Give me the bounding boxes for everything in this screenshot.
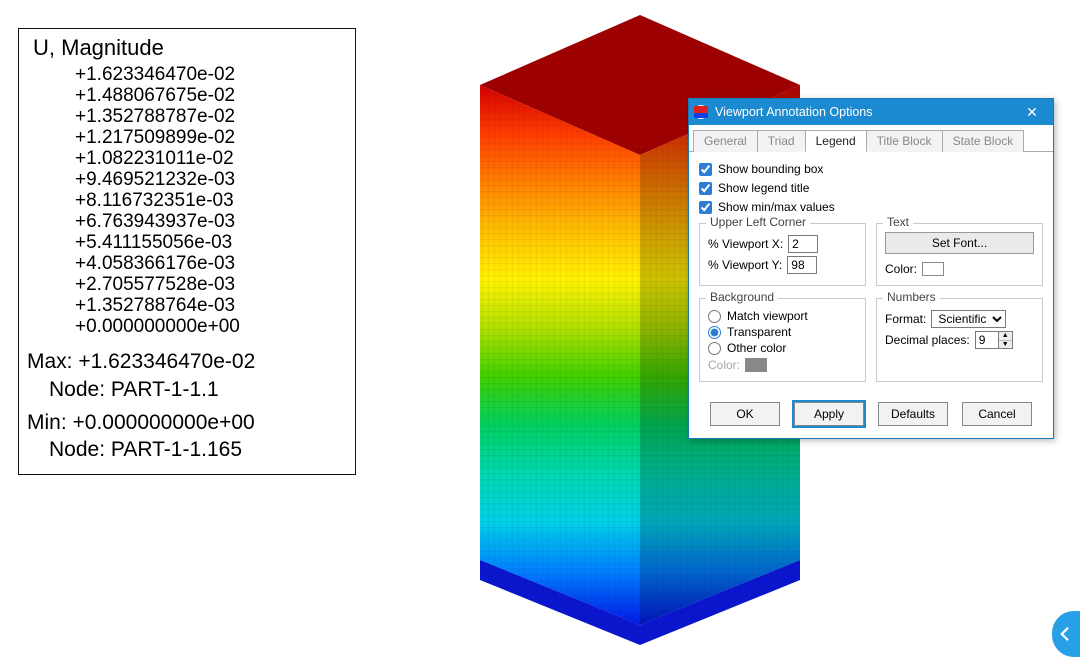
viewport-y-input[interactable] xyxy=(787,256,817,274)
tab-triad[interactable]: Triad xyxy=(757,130,806,152)
set-font-button[interactable]: Set Font... xyxy=(885,232,1034,254)
viewport-x-input[interactable] xyxy=(788,235,818,253)
text-color-label: Color: xyxy=(885,262,917,276)
legend-tick: +1.623346470e-02 xyxy=(75,65,240,85)
numbers-format-label: Format: xyxy=(885,312,926,326)
legend-tick: +8.116732351e-03 xyxy=(75,191,240,211)
decimal-places-label: Decimal places: xyxy=(885,333,970,347)
legend-tick: +2.705577528e-03 xyxy=(75,275,240,295)
legend-colorbar xyxy=(45,75,65,87)
legend-max-value: Max: +1.623346470e-02 xyxy=(27,348,347,375)
bg-match-viewport-radio[interactable] xyxy=(708,310,721,323)
upper-left-corner-title: Upper Left Corner xyxy=(706,215,810,229)
legend-title: U, Magnitude xyxy=(33,35,347,61)
tab-legend[interactable]: Legend xyxy=(805,130,867,152)
dialog-titlebar[interactable]: Viewport Annotation Options ✕ xyxy=(689,99,1053,125)
bg-other-color-radio[interactable] xyxy=(708,342,721,355)
bg-color-swatch xyxy=(745,358,767,372)
legend-tick: +1.082231011e-02 xyxy=(75,149,240,169)
tab-general[interactable]: General xyxy=(693,130,758,152)
viewport-annotation-options-dialog: Viewport Annotation Options ✕ GeneralTri… xyxy=(688,98,1054,439)
defaults-button[interactable]: Defaults xyxy=(878,402,948,426)
apply-button[interactable]: Apply xyxy=(794,402,864,426)
legend-box: U, Magnitude +1.623346470e-02+1.48806767… xyxy=(18,28,356,475)
decimal-places-stepper[interactable]: ▲▼ xyxy=(999,331,1013,349)
close-icon[interactable]: ✕ xyxy=(1017,102,1047,122)
decimal-places-input[interactable] xyxy=(975,331,999,349)
dialog-tabs: GeneralTriadLegendTitle BlockState Block xyxy=(689,125,1053,152)
background-group: Background Match viewport Transparent Ot… xyxy=(699,298,866,382)
legend-tick: +1.217509899e-02 xyxy=(75,128,240,148)
bg-transparent-label: Transparent xyxy=(727,325,791,339)
legend-tick-values: +1.623346470e-02+1.488067675e-02+1.35278… xyxy=(75,65,240,338)
text-group: Text Set Font... Color: xyxy=(876,223,1043,286)
dialog-title: Viewport Annotation Options xyxy=(715,105,1017,119)
show-legend-title-label: Show legend title xyxy=(718,181,809,195)
show-bounding-box-checkbox[interactable] xyxy=(699,163,712,176)
ok-button[interactable]: OK xyxy=(710,402,780,426)
tab-title-block[interactable]: Title Block xyxy=(866,130,943,152)
legend-tick: +0.000000000e+00 xyxy=(75,317,240,337)
legend-tick: +1.352788787e-02 xyxy=(75,107,240,127)
legend-tick: +1.488067675e-02 xyxy=(75,86,240,106)
bg-other-color-label: Other color xyxy=(727,341,786,355)
cancel-button[interactable]: Cancel xyxy=(962,402,1032,426)
legend-tick: +9.469521232e-03 xyxy=(75,170,240,190)
numbers-group-title: Numbers xyxy=(883,290,940,304)
legend-min-node: Node: PART-1-1.165 xyxy=(27,436,347,463)
numbers-format-select[interactable]: Scientific xyxy=(931,310,1006,328)
upper-left-corner-group: Upper Left Corner % Viewport X: % Viewpo… xyxy=(699,223,866,286)
show-minmax-label: Show min/max values xyxy=(718,200,835,214)
bg-transparent-radio[interactable] xyxy=(708,326,721,339)
tab-state-block[interactable]: State Block xyxy=(942,130,1025,152)
legend-tick: +1.352788764e-03 xyxy=(75,296,240,316)
text-group-title: Text xyxy=(883,215,913,229)
show-bounding-box-label: Show bounding box xyxy=(718,162,823,176)
show-legend-title-checkbox[interactable] xyxy=(699,182,712,195)
side-badge-icon[interactable] xyxy=(1052,611,1080,657)
app-icon xyxy=(693,104,709,120)
legend-min-value: Min: +0.000000000e+00 xyxy=(27,409,347,436)
bg-color-label: Color: xyxy=(708,358,740,372)
viewport-x-label: % Viewport X: xyxy=(708,237,783,251)
legend-tick: +6.763943937e-03 xyxy=(75,212,240,232)
show-minmax-checkbox[interactable] xyxy=(699,201,712,214)
background-group-title: Background xyxy=(706,290,778,304)
legend-tick: +5.411155056e-03 xyxy=(75,233,240,253)
numbers-group: Numbers Format: Scientific Decimal place… xyxy=(876,298,1043,382)
legend-tick: +4.058366176e-03 xyxy=(75,254,240,274)
viewport-y-label: % Viewport Y: xyxy=(708,258,782,272)
legend-max-node: Node: PART-1-1.1 xyxy=(27,376,347,403)
text-color-swatch[interactable] xyxy=(922,262,944,276)
bg-match-viewport-label: Match viewport xyxy=(727,309,808,323)
